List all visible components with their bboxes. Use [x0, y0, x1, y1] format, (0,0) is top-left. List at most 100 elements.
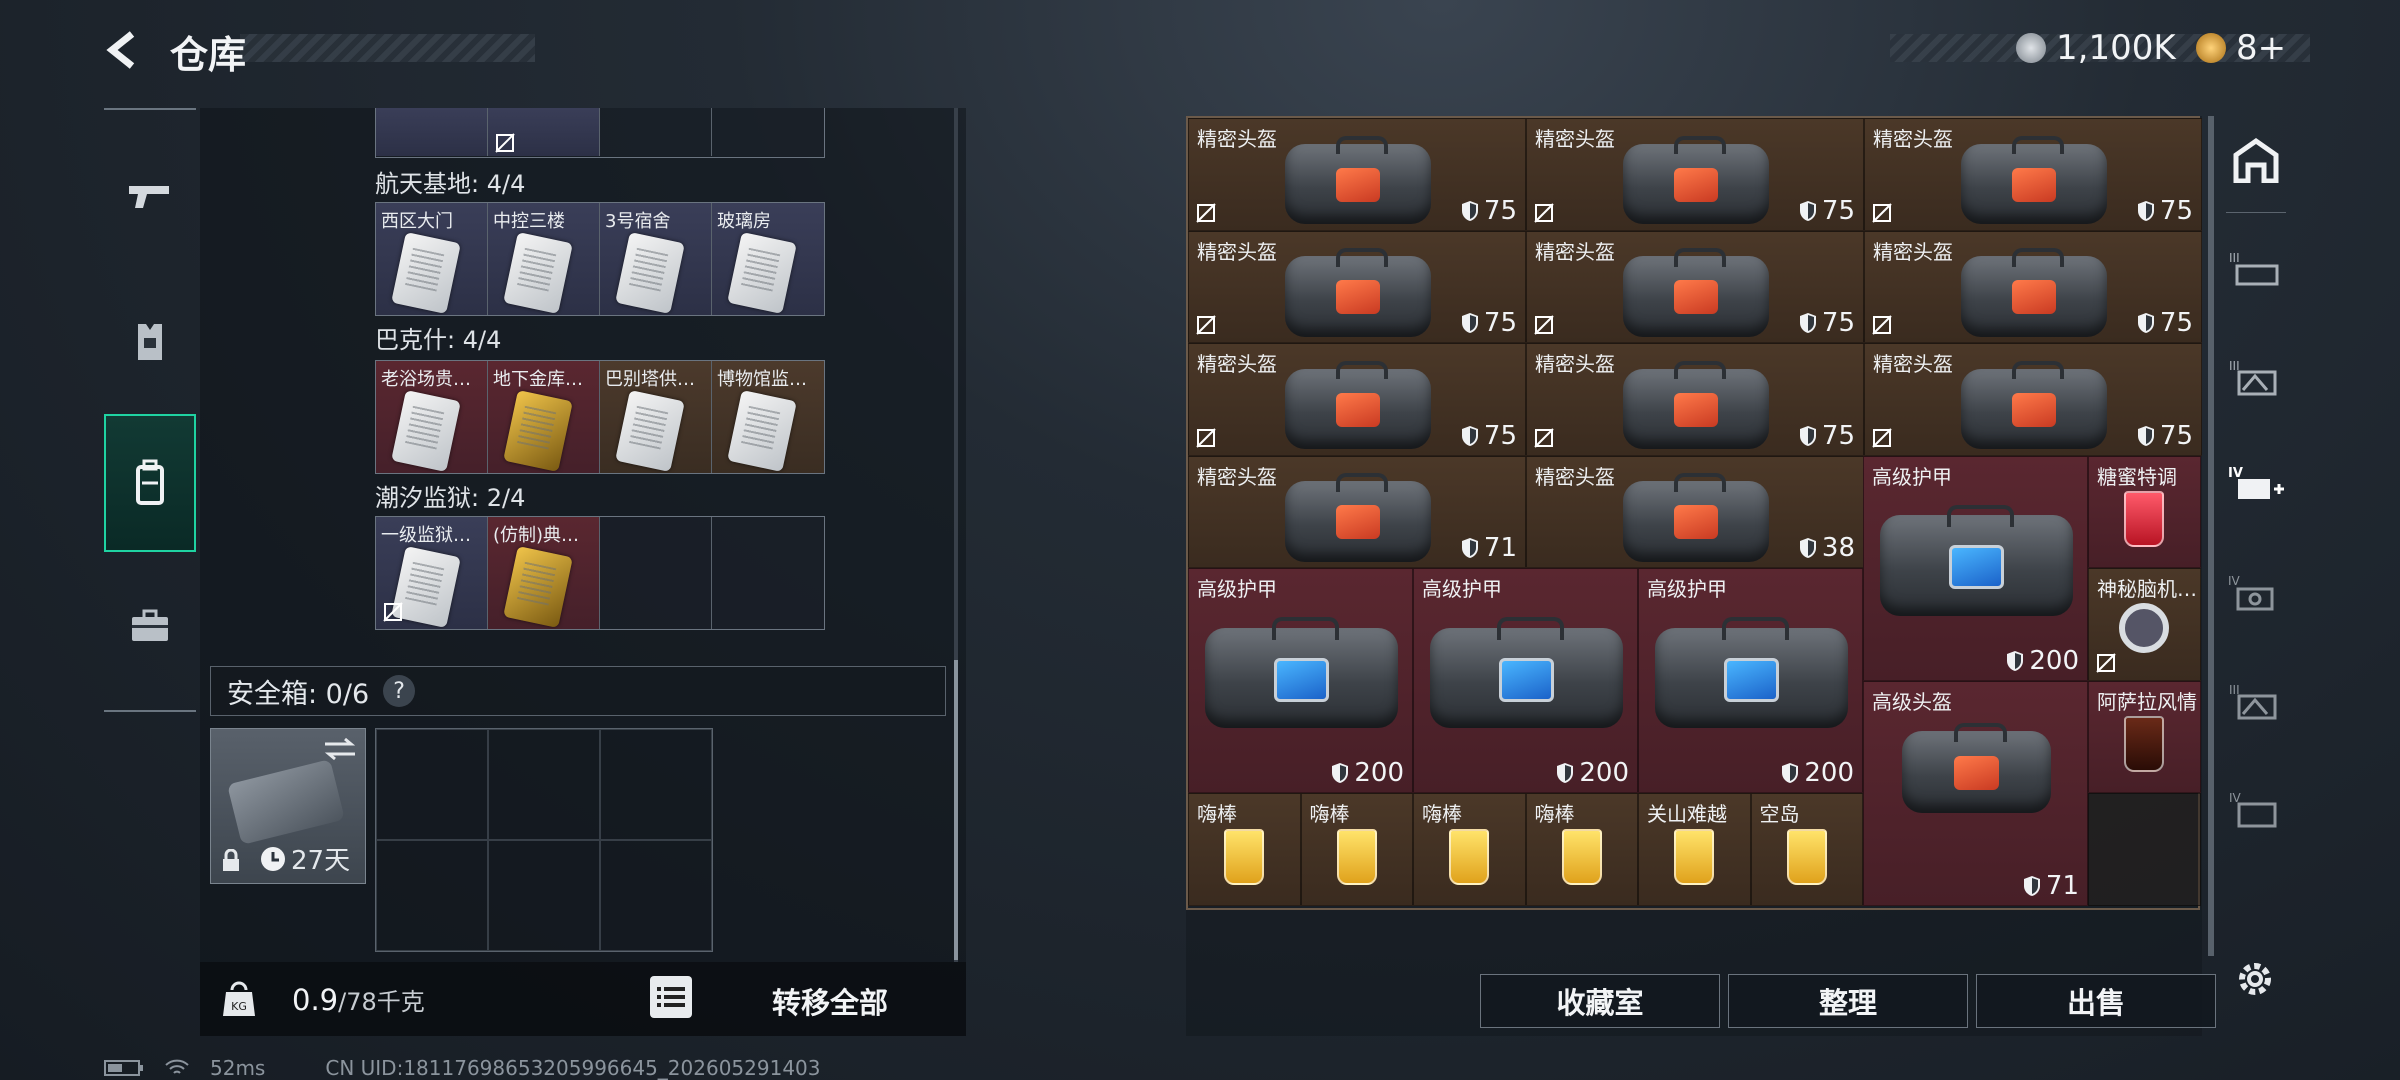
- key-card-item[interactable]: 西区大门: [376, 203, 488, 315]
- tab-case[interactable]: [104, 578, 196, 674]
- stash-item[interactable]: 精密头盔 75: [1864, 118, 2202, 231]
- stash-item[interactable]: 高级护甲 200: [1638, 568, 1863, 793]
- key-card-slot[interactable]: [376, 108, 488, 156]
- helmet-icon: [1622, 473, 1770, 562]
- tab-weapons[interactable]: [104, 148, 196, 244]
- key-card-item[interactable]: (仿制)典…: [488, 517, 600, 629]
- armor-logo: [1724, 657, 1779, 702]
- stash-item[interactable]: 精密头盔 75: [1864, 230, 2202, 343]
- backpack-icon: [136, 459, 164, 505]
- swap-icon[interactable]: [323, 737, 357, 761]
- key-card-item[interactable]: 巴别塔供…: [600, 361, 712, 473]
- stash-tab-3b[interactable]: III: [2218, 326, 2294, 430]
- stash-item[interactable]: 精密头盔 38: [1526, 455, 1864, 568]
- stash-item[interactable]: 精密头盔 71: [1188, 455, 1526, 568]
- shield-icon: [1461, 200, 1478, 221]
- empty-slot[interactable]: [712, 517, 824, 629]
- stash-item[interactable]: 神秘脑机…: [2088, 568, 2201, 681]
- empty-slot[interactable]: [600, 517, 712, 629]
- no-insure-icon: [1534, 202, 1554, 223]
- key-card-item[interactable]: 3号宿舍: [600, 203, 712, 315]
- safe-timer: 27天: [259, 840, 350, 877]
- stash-tab-3a[interactable]: III: [2218, 218, 2294, 322]
- stash-item[interactable]: 精密头盔 75: [1526, 343, 1864, 456]
- durability: 75: [1460, 421, 1517, 451]
- stash-item[interactable]: 精密头盔 75: [1526, 230, 1864, 343]
- stash-item[interactable]: 高级护甲 200: [1413, 568, 1638, 793]
- key-card-item[interactable]: 玻璃房: [712, 203, 824, 315]
- stash-item[interactable]: 精密头盔 75: [1864, 343, 2202, 456]
- armor-icon: [1429, 617, 1624, 729]
- stash-item[interactable]: 高级护甲 200: [1863, 455, 2088, 681]
- collection-room-button[interactable]: 收藏室: [1480, 974, 1720, 1028]
- durability: 200: [1780, 758, 1854, 788]
- stash-item[interactable]: 关山难越: [1638, 793, 1751, 906]
- safe-slot[interactable]: [600, 840, 712, 951]
- durability: 75: [1460, 308, 1517, 338]
- stash-item[interactable]: 嗨棒: [1300, 793, 1413, 906]
- stash-item[interactable]: 嗨棒: [1413, 793, 1526, 906]
- stash-tab-4b[interactable]: IV: [2218, 542, 2294, 646]
- shield-icon: [2137, 200, 2154, 221]
- stash-item[interactable]: 精密头盔 75: [1188, 230, 1526, 343]
- drink-icon: [1224, 828, 1265, 885]
- svg-text:KG: KG: [231, 1000, 247, 1013]
- item-name: 嗨棒: [1534, 802, 1575, 826]
- durability: 71: [2022, 871, 2079, 901]
- transfer-all-button[interactable]: 转移全部: [740, 980, 920, 1022]
- settings-gear-icon[interactable]: [2230, 954, 2280, 1004]
- stash-item[interactable]: 糖蜜特调: [2088, 455, 2201, 568]
- empty-slot[interactable]: [712, 108, 824, 156]
- empty-slot[interactable]: [2088, 793, 2201, 906]
- stash-item[interactable]: 精密头盔 75: [1188, 343, 1526, 456]
- durability-value: 200: [1579, 758, 1629, 788]
- stash-tab-4a[interactable]: IV: [2218, 434, 2294, 538]
- shield-icon: [1461, 425, 1478, 446]
- stash-item[interactable]: 嗨棒: [1525, 793, 1638, 906]
- card-name: 博物馆监…: [717, 369, 807, 390]
- weight-icon: KG: [223, 981, 255, 1016]
- shield-icon: [1799, 313, 1816, 333]
- svg-text:IV: IV: [2228, 466, 2243, 481]
- safe-box-item[interactable]: 27天: [210, 728, 366, 884]
- left-scrollbar-thumb[interactable]: [954, 660, 958, 960]
- key-card-item[interactable]: 地下金库…: [488, 361, 600, 473]
- group-title-aerospace: 航天基地: 4/4: [375, 170, 526, 198]
- sell-button[interactable]: 出售: [1976, 974, 2216, 1028]
- armor-icon: [1204, 617, 1399, 729]
- shield-icon: [1782, 763, 1799, 783]
- stash-item[interactable]: 嗨棒: [1188, 793, 1301, 906]
- stash-item[interactable]: 高级头盔 71: [1863, 680, 2088, 906]
- safe-slot[interactable]: [488, 840, 600, 951]
- organize-button[interactable]: 整理: [1728, 974, 1968, 1028]
- key-card-item[interactable]: 中控三楼: [488, 203, 600, 315]
- stash-tab-3c[interactable]: III: [2218, 650, 2294, 754]
- list-view-button[interactable]: [650, 976, 692, 1018]
- safe-slot[interactable]: [488, 729, 600, 840]
- tab-armor[interactable]: [104, 294, 196, 390]
- stash-item[interactable]: 精密头盔 75: [1188, 118, 1526, 231]
- tab-backpack[interactable]: [104, 414, 196, 552]
- safe-slot[interactable]: [600, 729, 712, 840]
- safe-slot[interactable]: [376, 840, 488, 951]
- help-icon[interactable]: ?: [383, 675, 416, 707]
- key-card-item[interactable]: 一级监狱…: [376, 517, 488, 629]
- helmet-logo: [1674, 280, 1718, 315]
- stash-item[interactable]: 高级护甲 200: [1188, 568, 1413, 793]
- stash-item[interactable]: 阿萨拉风情: [2088, 680, 2201, 793]
- no-insure-icon: [1196, 427, 1216, 448]
- safe-slot[interactable]: [376, 729, 488, 840]
- no-insure-icon: [1534, 427, 1554, 448]
- key-card-item[interactable]: 博物馆监…: [712, 361, 824, 473]
- back-arrow-icon[interactable]: [100, 26, 148, 74]
- stash-scrollbar[interactable]: [2208, 116, 2214, 956]
- stash-page-icon: IV: [2229, 791, 2277, 828]
- empty-slot[interactable]: [600, 108, 712, 156]
- stash-tab-4c[interactable]: IV: [2218, 758, 2294, 862]
- lock-icon: [223, 849, 239, 871]
- stash-item[interactable]: 精密头盔 75: [1526, 118, 1864, 231]
- stash-tab-main[interactable]: [2218, 108, 2294, 212]
- key-card-item[interactable]: 老浴场贵…: [376, 361, 488, 473]
- stash-item[interactable]: 空岛: [1750, 793, 1863, 906]
- key-card-slot[interactable]: [488, 108, 600, 156]
